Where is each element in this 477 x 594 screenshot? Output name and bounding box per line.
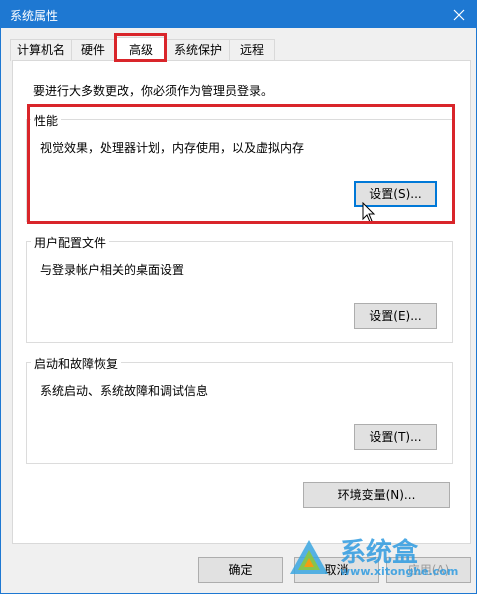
mouse-cursor-icon	[362, 202, 376, 223]
tab-strip: 计算机名 硬件 高级 系统保护 远程	[10, 37, 470, 62]
startup-recovery-description: 系统启动、系统故障和调试信息	[40, 384, 209, 398]
tab-advanced[interactable]: 高级	[116, 37, 166, 62]
tab-system-protection[interactable]: 系统保护	[166, 39, 230, 61]
logo-icon	[290, 540, 328, 574]
tab-computer-name[interactable]: 计算机名	[10, 39, 72, 61]
window-title: 系统属性	[10, 9, 59, 23]
close-icon	[453, 9, 465, 20]
system-properties-window: 系统属性 计算机名 硬件 高级 系统保护 远程 要进行大多数更改，你必须作为管理…	[0, 0, 477, 594]
performance-group: 性能 视觉效果，处理器计划，内存使用，以及虚拟内存 设置(S)...	[26, 112, 453, 223]
startup-recovery-label: 启动和故障恢复	[31, 355, 122, 372]
watermark-brand: 系统盒	[340, 538, 419, 568]
performance-label: 性能	[31, 112, 62, 129]
performance-description: 视觉效果，处理器计划，内存使用，以及虚拟内存	[40, 141, 305, 155]
site-watermark: 系统盒 www.xitonghe.com	[286, 528, 476, 590]
startup-recovery-group: 启动和故障恢复 系统启动、系统故障和调试信息 设置(T)...	[26, 355, 453, 464]
tab-hardware[interactable]: 硬件	[71, 39, 115, 61]
watermark-url: www.xitonghe.com	[340, 565, 459, 578]
admin-notice: 要进行大多数更改，你必须作为管理员登录。	[33, 84, 274, 98]
user-profile-label: 用户配置文件	[31, 234, 110, 251]
close-button[interactable]	[442, 1, 476, 28]
startup-recovery-settings-button[interactable]: 设置(T)...	[354, 424, 437, 450]
tab-remote[interactable]: 远程	[229, 39, 275, 61]
advanced-panel: 要进行大多数更改，你必须作为管理员登录。 性能 视觉效果，处理器计划，内存使用，…	[12, 60, 471, 544]
ok-button[interactable]: 确定	[198, 557, 283, 583]
environment-variables-button[interactable]: 环境变量(N)...	[303, 482, 450, 508]
title-bar[interactable]: 系统属性	[1, 1, 476, 28]
user-profile-description: 与登录帐户相关的桌面设置	[40, 263, 185, 277]
user-profile-settings-button[interactable]: 设置(E)...	[354, 303, 437, 329]
user-profile-group: 用户配置文件 与登录帐户相关的桌面设置 设置(E)...	[26, 234, 453, 343]
